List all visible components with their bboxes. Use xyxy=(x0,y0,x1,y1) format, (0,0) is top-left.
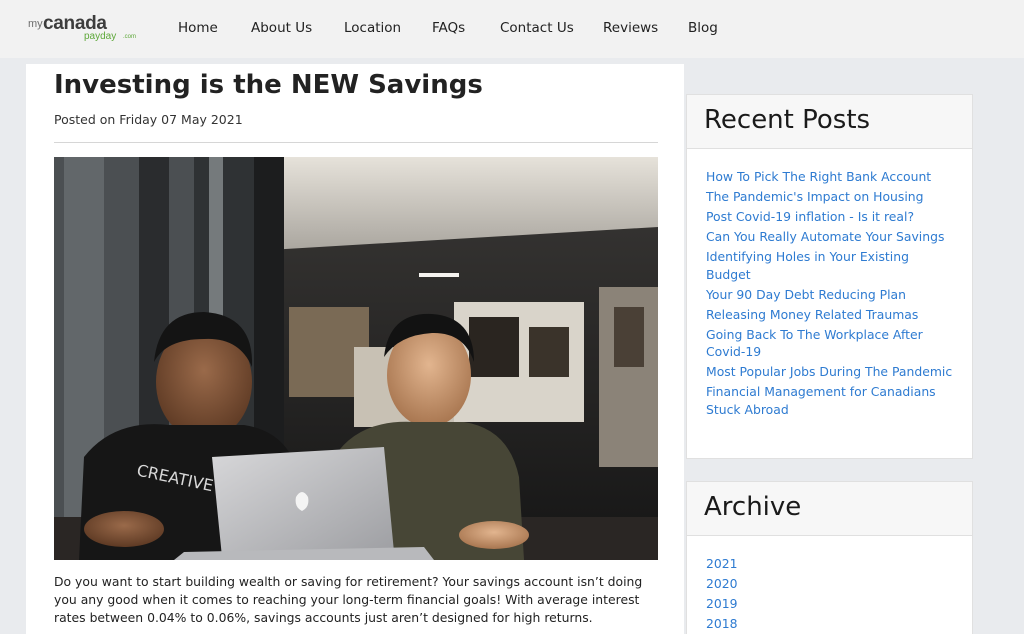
archive-year-link[interactable]: 2020 xyxy=(706,575,956,593)
recent-post-link[interactable]: Financial Management for Canadians Stuck… xyxy=(706,383,956,418)
recent-post-link[interactable]: Releasing Money Related Traumas xyxy=(706,306,956,324)
nav-faqs[interactable]: FAQs xyxy=(432,20,465,36)
archive-list: 2021 2020 2019 2018 xyxy=(706,555,956,634)
recent-post-link[interactable]: Post Covid-19 inflation - Is it real? xyxy=(706,208,956,226)
recent-post-link[interactable]: Identifying Holes in Your Existing Budge… xyxy=(706,248,956,283)
logo-payday: payday xyxy=(84,31,117,42)
nav-contact-us[interactable]: Contact Us xyxy=(500,20,574,36)
recent-post-link[interactable]: The Pandemic's Impact on Housing xyxy=(706,188,956,206)
recent-post-link[interactable]: Most Popular Jobs During The Pandemic xyxy=(706,363,956,381)
site-header: my canada payday .com Home About Us Loca… xyxy=(0,0,1024,58)
post-image-illustration: CREATIVE xyxy=(54,157,658,560)
archive-year-link[interactable]: 2018 xyxy=(706,615,956,633)
post-date: Posted on Friday 07 May 2021 xyxy=(54,112,243,127)
archive-header: Archive xyxy=(687,482,972,536)
recent-post-link[interactable]: Going Back To The Workplace After Covid-… xyxy=(706,326,956,361)
nav-about-us[interactable]: About Us xyxy=(251,20,312,36)
site-logo[interactable]: my canada payday .com xyxy=(28,13,144,44)
post-body: Do you want to start building wealth or … xyxy=(54,574,643,625)
archive-year-link[interactable]: 2019 xyxy=(706,595,956,613)
recent-posts-list: How To Pick The Right Bank Account The P… xyxy=(706,168,956,421)
nav-home[interactable]: Home xyxy=(178,20,218,36)
archive-year-link[interactable]: 2021 xyxy=(706,555,956,573)
nav-reviews[interactable]: Reviews xyxy=(603,20,658,36)
recent-posts-title: Recent Posts xyxy=(704,105,871,135)
post-title: Investing is the NEW Savings xyxy=(54,70,483,100)
logo-com: .com xyxy=(123,34,137,40)
nav-blog[interactable]: Blog xyxy=(688,20,718,36)
recent-post-link[interactable]: How To Pick The Right Bank Account xyxy=(706,168,956,186)
recent-post-link[interactable]: Can You Really Automate Your Savings xyxy=(706,228,956,246)
nav-location[interactable]: Location xyxy=(344,20,401,36)
post-divider xyxy=(54,142,658,143)
recent-post-link[interactable]: Your 90 Day Debt Reducing Plan xyxy=(706,286,956,304)
recent-posts-header: Recent Posts xyxy=(687,95,972,149)
archive-title: Archive xyxy=(704,492,802,522)
archive-widget: Archive 2021 2020 2019 2018 xyxy=(686,481,973,634)
logo-my: my xyxy=(28,18,43,30)
post-image: CREATIVE xyxy=(54,157,658,560)
recent-posts-widget: Recent Posts How To Pick The Right Bank … xyxy=(686,94,973,459)
